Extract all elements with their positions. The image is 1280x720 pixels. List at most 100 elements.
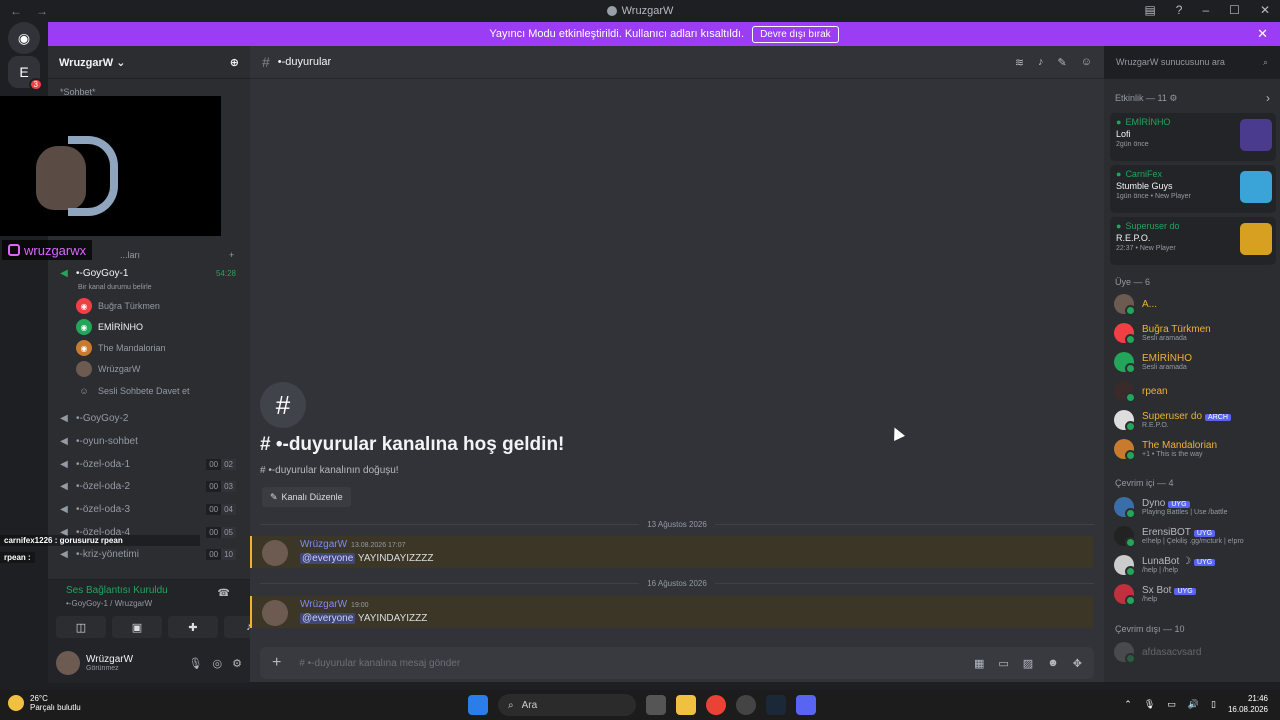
message[interactable]: WrüzgarW 13.08.2026 17:07 @everyone YAYIN… [250,536,1093,568]
voice-user[interactable]: ◉ EMİRİNHO [76,317,143,337]
bot-item[interactable]: Sx Bot UYG/help [1114,581,1280,607]
welcome-title: # •-duyurular kanalına hoş geldin! [260,434,565,455]
headphones [68,136,118,216]
help-icon[interactable]: ? [1176,3,1183,17]
inbox-icon[interactable]: ▤ [1144,3,1155,17]
taskbar-search[interactable]: ⌕ Ara [498,694,636,716]
maximize-button[interactable]: ☐ [1229,3,1240,17]
bot-item[interactable]: ErensiBOT UYG e!help | Çekiliş .gg/mcturk … [1114,523,1280,549]
mention-badge: 3 [28,78,43,91]
battery-icon[interactable]: ▯ [1211,699,1216,710]
member-item[interactable]: EMİRİNHO Sesli aramada [1114,349,1280,375]
gif-icon[interactable]: ▭ [998,657,1008,670]
stream-chat-overlay: carnifex1226 : gorusuruz rpean rpean : [0,535,200,569]
invite-voice-button[interactable]: ☺ Sesli Sohbete Davet et [76,381,189,401]
member-item[interactable]: The Mandalorian +1 • This is the way [1114,436,1280,462]
category-voice[interactable]: ...ları [120,250,140,260]
bell-icon[interactable]: ♪ [1038,56,1044,69]
minimize-button[interactable]: – [1202,3,1209,17]
gift-icon[interactable]: ▦ [974,657,984,670]
edit-channel-button[interactable]: ✎ Kanalı Düzenle [262,487,351,507]
add-attachment-icon[interactable]: + [272,654,281,672]
streamer-mode-banner: Yayıncı Modu etkinleştirildi. Kullanıcı … [48,22,1280,46]
voice-channel[interactable]: ◀ •-özel-oda-1 00 02 [52,454,242,474]
pin-icon[interactable]: ✎ [1058,56,1067,69]
instagram-icon [8,244,20,256]
voice-user[interactable]: WrüzgarW [76,359,140,379]
obs-icon[interactable] [736,695,756,715]
disable-streamer-button[interactable]: Devre dışı bırak [752,25,839,43]
task-view-icon[interactable] [646,695,666,715]
network-icon[interactable]: ▭ [1167,699,1176,710]
activity-header: Etkinlik — 11 ⚙ [1115,93,1178,103]
date-divider: 13 Ağustos 2026 [260,518,1094,530]
voice-status[interactable]: Ses Bağlantısı Kuruldu [66,585,168,596]
voice-channel[interactable]: ◀ •-oyun-sohbet [52,431,242,451]
invite-icon[interactable]: ⊕ [230,56,239,69]
member-item[interactable]: Superuser do ARCH R.E.P.O. [1114,407,1280,433]
chrome-icon[interactable] [706,695,726,715]
bot-tag: UYG [1168,501,1190,508]
user-status: Görünmez [86,665,119,672]
screen-share-icon[interactable]: ▣ [112,616,162,638]
weather-widget[interactable]: 26°C Parçalı bulutlu [8,694,81,712]
start-icon[interactable] [468,695,488,715]
message-author: WrüzgarW [300,599,348,610]
mic-icon[interactable]: 🎙 [189,657,203,670]
voice-channel[interactable]: ◀ •-GoyGoy-2 [52,408,242,428]
file-explorer-icon[interactable] [676,695,696,715]
add-channel-icon[interactable]: + [229,250,234,260]
server-header[interactable]: WruzgarW ⌄ ⊕ [48,46,250,79]
banner-text: Yayıncı Modu etkinleştirildi. Kullanıcı … [489,28,745,40]
discord-taskbar-icon[interactable] [796,695,816,715]
emoji-icon[interactable]: ☻ [1047,657,1059,670]
voice-user[interactable]: ◉ Buğra Türkmen [76,296,160,316]
search-input[interactable]: WruzgarW sunucusunu ara ⌕ [1110,52,1274,72]
message-author: WrüzgarW [300,539,348,550]
message-composer[interactable]: + # •-duyurular kanalına mesaj gönder ▦ … [260,647,1094,679]
voice-channel[interactable]: ◀ •-özel-oda-3 00 04 [52,499,242,519]
members-icon[interactable]: ☺ [1081,56,1092,69]
avatar[interactable] [262,600,288,626]
member-item[interactable]: afdasacvsard [1114,639,1280,665]
bot-item[interactable]: Dyno UYG Playing Battles | Use /battle [1114,494,1280,520]
bot-tag: UYG [1174,588,1196,595]
headphones-icon[interactable]: ◎ [213,657,223,670]
activity-card[interactable]: ● CarniFex Stumble Guys 1gün önce • New P… [1110,165,1276,213]
mention: @everyone [300,553,356,564]
disconnect-icon[interactable]: ☎ [218,588,230,599]
bot-item[interactable]: LunaBot ☽ UYG/help | /help [1114,552,1280,578]
sticker-icon[interactable]: ▨ [1023,657,1033,670]
server-icon-e[interactable]: E 3 [8,56,43,91]
message[interactable]: WrüzgarW 19:00 @everyone YAYINDAYIZZZ [250,596,1093,628]
threads-icon[interactable]: ≋ [1015,56,1024,69]
search-icon: ⌕ [508,699,514,711]
channel-status[interactable]: Bir kanal durumu belirle [78,277,152,297]
settings-icon[interactable]: ⚙ [232,657,242,670]
member-item[interactable]: A... [1114,291,1280,317]
activity-icon[interactable]: ✚ [168,616,218,638]
voice-user[interactable]: ◉ The Mandalorian [76,338,166,358]
bot-tag: UYG [1193,530,1216,537]
close-window-button[interactable]: ✕ [1260,3,1270,17]
activity-card[interactable]: ● EMİRİNHO Lofi 2gün önce [1110,113,1276,161]
composer-placeholder: # •-duyurular kanalına mesaj gönder [299,657,461,669]
activity-card[interactable]: ● Superuser do R.E.P.O. 22:37 • New Playe… [1110,217,1276,265]
apps-icon[interactable]: ✥ [1073,657,1082,670]
voice-channel[interactable]: ◀ •-özel-oda-2 00 03 [52,476,242,496]
instagram-tag: wruzgarwx [2,240,93,260]
member-item[interactable]: Buğra Türkmen Sesli aramada [1114,320,1280,346]
camera-off-icon[interactable]: ◫ [56,616,106,638]
member-item[interactable]: rpean [1114,378,1280,404]
close-icon[interactable]: ✕ [1257,26,1268,42]
steam-icon[interactable] [766,695,786,715]
clock[interactable]: 21:46 16.08.2026 [1228,693,1268,715]
discord-home-icon[interactable]: ◉ [8,22,40,54]
system-tray: ⌃ 🎙 ▭ 🔊 ▯ 21:46 16.08.2026 [1124,693,1268,715]
avatar[interactable] [262,540,288,566]
chevron-up-icon[interactable]: ⌃ [1124,699,1132,710]
mic-icon[interactable]: 🎙 [1144,699,1155,710]
chevron-right-icon[interactable]: › [1266,91,1270,105]
volume-icon[interactable]: 🔊 [1188,699,1199,710]
avatar[interactable] [56,651,80,675]
